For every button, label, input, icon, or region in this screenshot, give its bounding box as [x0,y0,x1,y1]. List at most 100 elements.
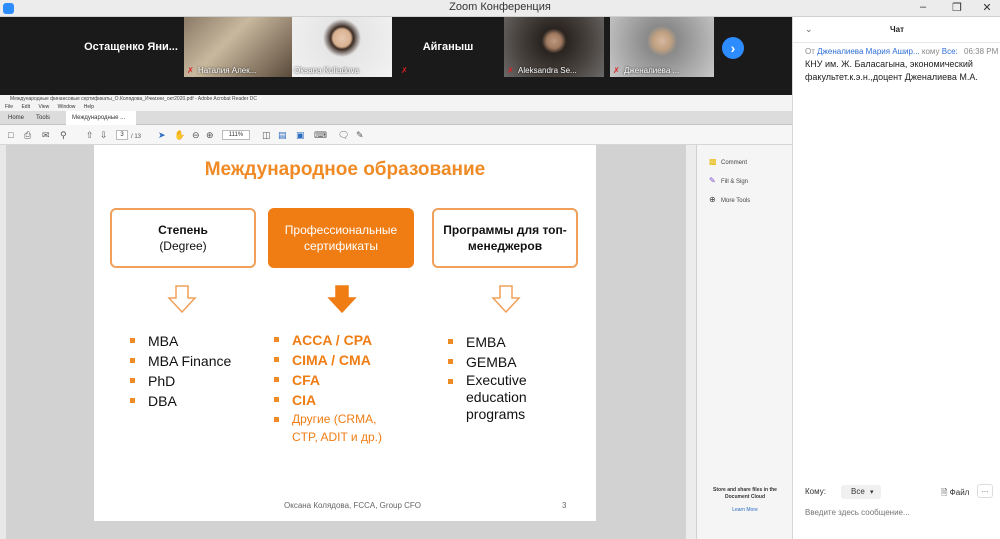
participant-name: Остащенко Яни... [84,41,178,53]
list-item: EMBA [448,332,527,352]
participant-tile[interactable]: Остащенко Яни... [80,17,182,77]
next-page-button[interactable]: › [722,37,744,59]
hand-tool-icon[interactable]: ✋ [174,130,185,140]
select-tool-icon[interactable]: ➤ [158,130,166,140]
screen: Zoom Конференция – ❐ ✕ Остащенко Яни... … [0,0,1000,539]
email-icon[interactable]: ✉ [42,130,50,140]
to-label: кому [921,47,940,56]
list-item-line: programs [466,406,526,422]
fill-sign-icon: ✎ [709,176,716,185]
list-item: MBA Finance [130,351,231,371]
rotate-icon[interactable]: ▣ [296,130,305,140]
box-line: Программы для топ- [443,223,567,237]
executive-list: EMBA GEMBA Executive education programs [448,332,527,423]
acrobat-tabs: Home Tools Международные ... [0,111,792,125]
down-arrow-outline-icon [167,285,197,313]
menu-help[interactable]: Help [84,104,94,110]
muted-mic-icon: ✗ [613,66,620,75]
plus-icon: ⊕ [709,195,716,204]
down-arrow-outline-icon [491,285,521,313]
message-text: КНУ им. Ж. Баласагына, экономический фак… [805,59,978,82]
chat-message-input[interactable] [805,505,995,519]
more-tools[interactable]: ⊕ More Tools [709,195,750,204]
participant-name: Дженалиева ... [624,66,680,75]
zoom-in-icon[interactable]: ⊕ [206,130,214,140]
list-item-line: CTP, ADIT и др.) [292,430,382,444]
degree-list: MBA MBA Finance PhD DBA [130,331,231,411]
slide-title: Международное образование [204,159,486,180]
minimize-icon[interactable]: – [912,1,934,13]
participant-tile[interactable]: Oksana Koliadova [292,17,392,77]
search-icon[interactable]: ⚲ [60,130,67,140]
menu-window[interactable]: Window [58,104,76,110]
cloud-promo-text: Store and share files in the Document Cl… [713,487,777,500]
video-strip: Остащенко Яни... ✗ Наталия Алек... Oksan… [0,17,792,95]
list-item: DBA [130,391,231,411]
slide-footer: Оксана Колядова, FCCA, Group CFO [284,501,422,510]
list-item: ACCA / CPA [274,330,382,350]
participant-tile[interactable]: ✗ Наталия Алек... [184,17,292,77]
more-options-button[interactable]: ... [977,484,993,498]
list-item: Executive education programs [448,372,527,423]
slide-page: Международное образование Степень (Degre… [94,145,596,521]
list-item: GEMBA [448,352,527,372]
participant-name: Aleksandra Se... [518,66,577,75]
learn-more-link[interactable]: Learn More [705,507,785,513]
message-time: 06:38 PM [964,47,999,56]
file-button[interactable]: 🗎 Файл [941,487,969,501]
document-viewport[interactable]: Международное образование Степень (Degre… [6,145,686,539]
box-line: Профессиональные [284,223,398,237]
chevron-down-icon: ▾ [870,489,874,496]
muted-mic-icon: ✗ [507,66,514,75]
participant-name: Айганыш [422,41,474,53]
tools-panel: ▩ Comment ✎ Fill & Sign ⊕ More Tools Store … [696,145,792,539]
fit-page-icon[interactable]: ◫ [262,130,271,140]
box-line: (Degree) [159,239,207,253]
list-item: CFA [274,370,382,390]
file-icon: 🗎 [941,488,948,497]
box-line: сертификаты [304,239,378,253]
list-item: MBA [130,331,231,351]
close-icon[interactable]: ✕ [976,1,998,14]
tab-home[interactable]: Home [2,111,30,125]
participant-name: Oksana Koliadova [294,66,359,75]
comment-tool[interactable]: ▩ Comment [709,157,747,166]
recipient: Все: [941,47,958,56]
page-number-field[interactable]: 3 [116,130,128,140]
down-arrow-filled-icon [327,285,357,313]
zoom-level-field[interactable]: 111% [222,130,250,140]
muted-mic-icon: ✗ [187,66,194,75]
pen-icon[interactable]: ✎ [356,130,364,140]
certificates-list: ACCA / CPA CIMA / CMA CFA CIA Другие (CR… [274,330,382,446]
fill-sign-tool[interactable]: ✎ Fill & Sign [709,176,748,185]
shared-screen-acrobat: Международные финансовые сертификаты_О.К… [0,95,792,539]
print-icon[interactable]: ⎙ [24,130,31,140]
from-label: От [805,47,815,56]
acrobat-title: Международные финансовые сертификаты_О.К… [0,95,792,103]
sender-name[interactable]: Дженалиева Мария Ашир... [817,47,920,56]
zoom-out-icon[interactable]: ⊖ [192,130,200,140]
tab-document[interactable]: Международные ... [66,111,136,125]
keyboard-icon[interactable]: ⌨ [314,130,327,140]
tab-tools[interactable]: Tools [30,111,56,125]
chat-header: ⌄ Чат [793,17,1000,43]
restore-icon[interactable]: ❐ [946,1,968,14]
menu-view[interactable]: View [38,104,49,110]
participant-tile[interactable]: ✗ Айганыш [398,17,498,77]
save-icon[interactable]: □ [8,130,13,140]
window-title: Zoom Конференция [449,1,551,13]
menu-edit[interactable]: Edit [21,104,30,110]
document-scrollbar[interactable] [686,145,696,539]
comment-icon[interactable]: 🗨 [338,130,349,140]
participant-tile[interactable]: ✗ Дженалиева ... [610,17,714,77]
executive-box: Программы для топ- менеджеров [432,208,578,268]
list-item-line: education [466,389,527,405]
scroll-mode-icon[interactable]: ▤ [278,130,287,140]
list-item-line: Executive [466,372,527,388]
next-page-icon[interactable]: ⇩ [100,130,108,140]
participant-tile[interactable]: ✗ Aleksandra Se... [504,17,604,77]
recipient-select[interactable]: Все ▾ [841,485,881,499]
menu-file[interactable]: File [5,104,13,110]
prev-page-icon[interactable]: ⇧ [86,130,94,140]
list-item: CIMA / CMA [274,350,382,370]
